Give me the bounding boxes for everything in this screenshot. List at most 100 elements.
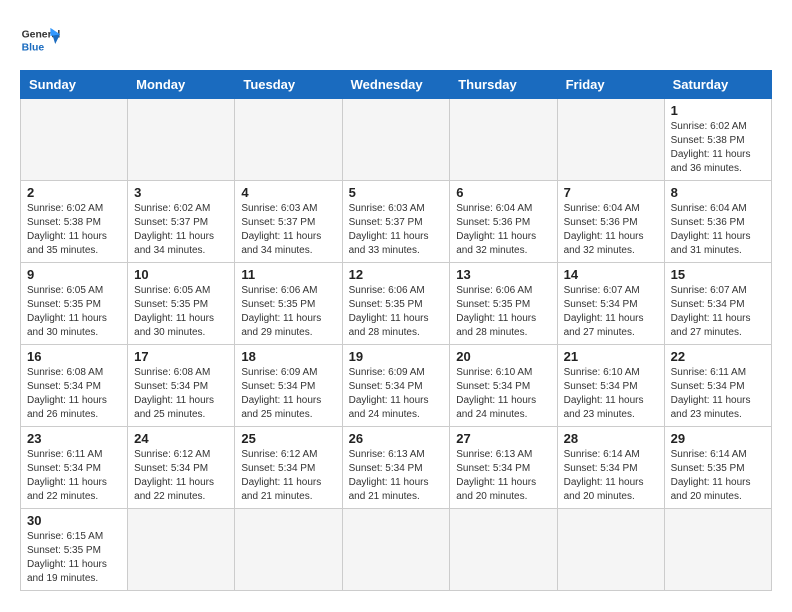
calendar-cell: 20Sunrise: 6:10 AM Sunset: 5:34 PM Dayli…: [450, 345, 557, 427]
day-number: 18: [241, 349, 335, 364]
day-number: 15: [671, 267, 765, 282]
calendar-cell: 30 Sunrise: 6:15 AM Sunset: 5:35 PM Dayli…: [21, 509, 128, 591]
day-info: Sunrise: 6:15 AM Sunset: 5:35 PM Dayligh…: [27, 530, 121, 586]
day-number: 22: [671, 349, 765, 364]
day-header-tuesday: Tuesday: [235, 71, 342, 99]
day-info: Sunrise: 6:02 AM Sunset: 5:37 PM Dayligh…: [134, 202, 228, 258]
day-info: Sunrise: 6:06 AM Sunset: 5:35 PM Dayligh…: [349, 284, 444, 340]
day-info: Sunrise: 6:13 AM Sunset: 5:34 PM Dayligh…: [456, 448, 550, 504]
calendar-cell: 24Sunrise: 6:12 AM Sunset: 5:34 PM Dayli…: [128, 427, 235, 509]
calendar-header-row: SundayMondayTuesdayWednesdayThursdayFrid…: [21, 71, 772, 99]
calendar-week-4: 16Sunrise: 6:08 AM Sunset: 5:34 PM Dayli…: [21, 345, 772, 427]
day-info: Sunrise: 6:02 AM Sunset: 5:38 PM Dayligh…: [27, 202, 121, 258]
calendar-cell: 17 Sunrise: 6:08 AM Sunset: 5:34 PM Dayli…: [128, 345, 235, 427]
logo: General Blue: [20, 20, 60, 60]
day-info: Sunrise: 6:09 AM Sunset: 5:34 PM Dayligh…: [241, 366, 335, 422]
day-header-friday: Friday: [557, 71, 664, 99]
calendar-cell: [450, 99, 557, 181]
calendar-cell: [342, 509, 450, 591]
day-info: Sunrise: 6:10 AM Sunset: 5:34 PM Dayligh…: [564, 366, 658, 422]
calendar-cell: 16Sunrise: 6:08 AM Sunset: 5:34 PM Dayli…: [21, 345, 128, 427]
day-number: 7: [564, 185, 658, 200]
calendar-cell: [557, 509, 664, 591]
calendar-cell: 13 Sunrise: 6:06 AM Sunset: 5:35 PM Dayli…: [450, 263, 557, 345]
day-number: 27: [456, 431, 550, 446]
day-header-sunday: Sunday: [21, 71, 128, 99]
calendar-cell: 21Sunrise: 6:10 AM Sunset: 5:34 PM Dayli…: [557, 345, 664, 427]
day-number: 13: [456, 267, 550, 282]
day-info: Sunrise: 6:14 AM Sunset: 5:34 PM Dayligh…: [564, 448, 658, 504]
calendar-cell: 11Sunrise: 6:06 AM Sunset: 5:35 PM Dayli…: [235, 263, 342, 345]
day-info: Sunrise: 6:09 AM Sunset: 5:34 PM Dayligh…: [349, 366, 444, 422]
calendar-week-1: 1Sunrise: 6:02 AM Sunset: 5:38 PM Daylig…: [21, 99, 772, 181]
day-number: 30: [27, 513, 121, 528]
calendar-cell: 29 Sunrise: 6:14 AM Sunset: 5:35 PM Dayli…: [664, 427, 771, 509]
day-number: 25: [241, 431, 335, 446]
calendar-week-6: 30 Sunrise: 6:15 AM Sunset: 5:35 PM Dayli…: [21, 509, 772, 591]
day-info: Sunrise: 6:08 AM Sunset: 5:34 PM Dayligh…: [134, 366, 228, 422]
day-number: 8: [671, 185, 765, 200]
day-info: Sunrise: 6:04 AM Sunset: 5:36 PM Dayligh…: [564, 202, 658, 258]
calendar-cell: 4Sunrise: 6:03 AM Sunset: 5:37 PM Daylig…: [235, 181, 342, 263]
calendar-cell: 27 Sunrise: 6:13 AM Sunset: 5:34 PM Dayli…: [450, 427, 557, 509]
day-number: 6: [456, 185, 550, 200]
day-number: 19: [349, 349, 444, 364]
day-header-saturday: Saturday: [664, 71, 771, 99]
day-number: 14: [564, 267, 658, 282]
day-header-wednesday: Wednesday: [342, 71, 450, 99]
calendar-cell: [664, 509, 771, 591]
calendar-week-5: 23 Sunrise: 6:11 AM Sunset: 5:34 PM Dayli…: [21, 427, 772, 509]
day-info: Sunrise: 6:02 AM Sunset: 5:38 PM Dayligh…: [671, 120, 765, 176]
day-header-thursday: Thursday: [450, 71, 557, 99]
day-header-monday: Monday: [128, 71, 235, 99]
day-number: 10: [134, 267, 228, 282]
logo-icon: General Blue: [20, 20, 60, 60]
day-number: 28: [564, 431, 658, 446]
page-header: General Blue: [20, 20, 772, 60]
calendar-cell: 18 Sunrise: 6:09 AM Sunset: 5:34 PM Dayli…: [235, 345, 342, 427]
day-info: Sunrise: 6:05 AM Sunset: 5:35 PM Dayligh…: [27, 284, 121, 340]
calendar-cell: 28 Sunrise: 6:14 AM Sunset: 5:34 PM Dayli…: [557, 427, 664, 509]
calendar-cell: [450, 509, 557, 591]
calendar-cell: 12Sunrise: 6:06 AM Sunset: 5:35 PM Dayli…: [342, 263, 450, 345]
day-info: Sunrise: 6:03 AM Sunset: 5:37 PM Dayligh…: [349, 202, 444, 258]
day-number: 20: [456, 349, 550, 364]
calendar-cell: [235, 509, 342, 591]
day-number: 11: [241, 267, 335, 282]
day-info: Sunrise: 6:06 AM Sunset: 5:35 PM Dayligh…: [456, 284, 550, 340]
day-info: Sunrise: 6:04 AM Sunset: 5:36 PM Dayligh…: [671, 202, 765, 258]
day-info: Sunrise: 6:03 AM Sunset: 5:37 PM Dayligh…: [241, 202, 335, 258]
calendar-cell: 6 Sunrise: 6:04 AM Sunset: 5:36 PM Daylig…: [450, 181, 557, 263]
day-info: Sunrise: 6:05 AM Sunset: 5:35 PM Dayligh…: [134, 284, 228, 340]
day-number: 3: [134, 185, 228, 200]
calendar-cell: 22 Sunrise: 6:11 AM Sunset: 5:34 PM Dayli…: [664, 345, 771, 427]
calendar-week-2: 2 Sunrise: 6:02 AM Sunset: 5:38 PM Daylig…: [21, 181, 772, 263]
day-info: Sunrise: 6:08 AM Sunset: 5:34 PM Dayligh…: [27, 366, 121, 422]
day-info: Sunrise: 6:11 AM Sunset: 5:34 PM Dayligh…: [27, 448, 121, 504]
day-number: 17: [134, 349, 228, 364]
calendar-cell: [128, 99, 235, 181]
day-info: Sunrise: 6:04 AM Sunset: 5:36 PM Dayligh…: [456, 202, 550, 258]
calendar-cell: [235, 99, 342, 181]
day-number: 29: [671, 431, 765, 446]
calendar-cell: [557, 99, 664, 181]
calendar-cell: 15Sunrise: 6:07 AM Sunset: 5:34 PM Dayli…: [664, 263, 771, 345]
day-info: Sunrise: 6:12 AM Sunset: 5:34 PM Dayligh…: [241, 448, 335, 504]
calendar-cell: [128, 509, 235, 591]
calendar-cell: 14Sunrise: 6:07 AM Sunset: 5:34 PM Dayli…: [557, 263, 664, 345]
day-number: 23: [27, 431, 121, 446]
day-info: Sunrise: 6:11 AM Sunset: 5:34 PM Dayligh…: [671, 366, 765, 422]
calendar-cell: 8 Sunrise: 6:04 AM Sunset: 5:36 PM Daylig…: [664, 181, 771, 263]
calendar-cell: 2 Sunrise: 6:02 AM Sunset: 5:38 PM Daylig…: [21, 181, 128, 263]
calendar-cell: 25 Sunrise: 6:12 AM Sunset: 5:34 PM Dayli…: [235, 427, 342, 509]
day-number: 5: [349, 185, 444, 200]
calendar-cell: 3 Sunrise: 6:02 AM Sunset: 5:37 PM Daylig…: [128, 181, 235, 263]
calendar-cell: 10 Sunrise: 6:05 AM Sunset: 5:35 PM Dayli…: [128, 263, 235, 345]
svg-text:Blue: Blue: [22, 42, 45, 53]
day-info: Sunrise: 6:14 AM Sunset: 5:35 PM Dayligh…: [671, 448, 765, 504]
day-number: 2: [27, 185, 121, 200]
day-number: 9: [27, 267, 121, 282]
calendar-cell: 5 Sunrise: 6:03 AM Sunset: 5:37 PM Daylig…: [342, 181, 450, 263]
calendar-week-3: 9 Sunrise: 6:05 AM Sunset: 5:35 PM Daylig…: [21, 263, 772, 345]
calendar-cell: 9 Sunrise: 6:05 AM Sunset: 5:35 PM Daylig…: [21, 263, 128, 345]
